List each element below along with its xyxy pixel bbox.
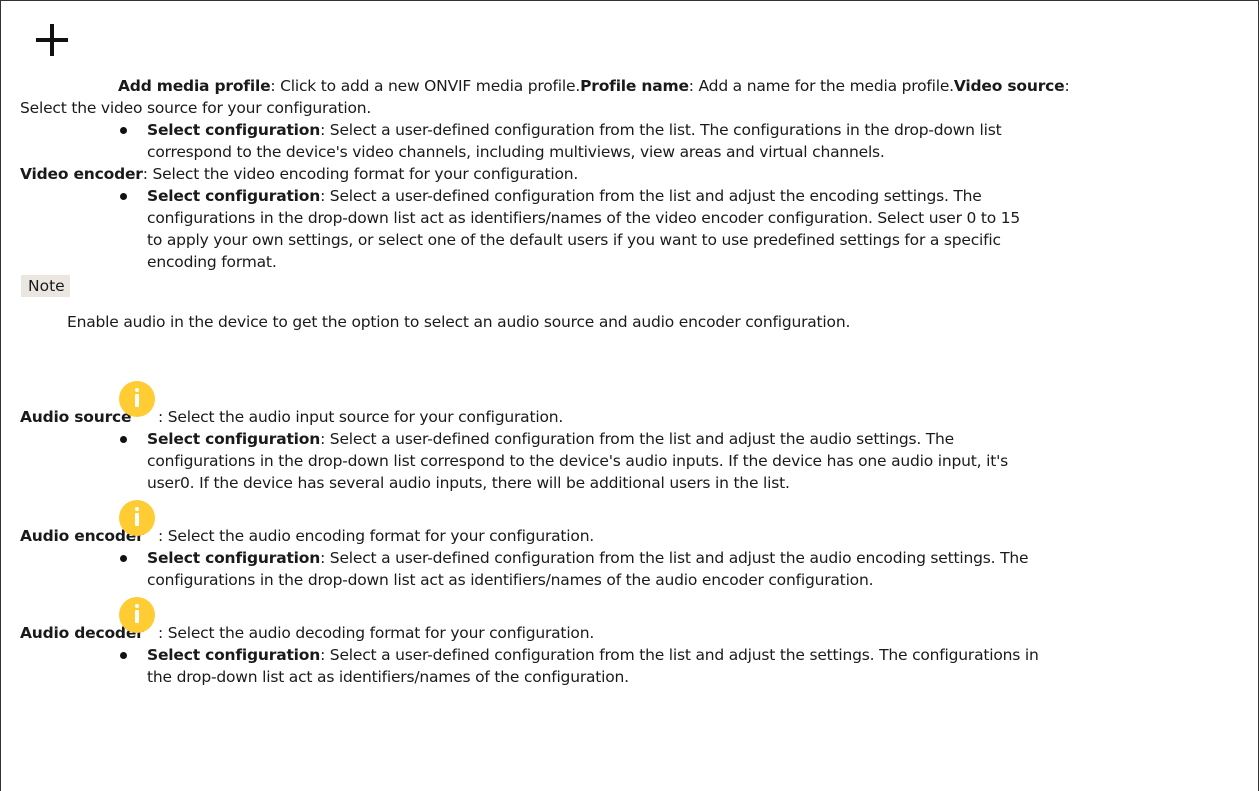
audio-decoder-bullet-line1: Select configuration: Select a user-defi…: [147, 646, 1039, 664]
video-encoder-bullet-line3: to apply your own settings, or select on…: [147, 231, 1001, 249]
bullet-icon: [120, 436, 127, 443]
audio-encoder-desc: : Select the audio encoding format for y…: [158, 527, 595, 545]
note-badge: Note: [21, 275, 70, 297]
info-icon: [119, 381, 155, 417]
audio-source-desc: : Select the audio input source for your…: [158, 408, 564, 426]
profile-name-label: Profile name: [580, 77, 689, 95]
audio-source-label: Audio source: [20, 408, 132, 426]
audio-source-bullet-line1: Select configuration: Select a user-defi…: [147, 430, 955, 448]
video-source-bullet-line2: correspond to the device's video channel…: [147, 143, 885, 161]
add-profile-line: Add media profile: Click to add a new ON…: [118, 77, 1070, 95]
video-source-label: Video source: [953, 77, 1065, 95]
audio-source-bullet-line2: configurations in the drop-down list cor…: [147, 452, 1009, 470]
video-encoder-bullet-line1: Select configuration: Select a user-defi…: [147, 187, 982, 205]
video-encoder-bullet-line4: encoding format.: [147, 253, 277, 271]
audio-decoder-bullet-line2: the drop-down list act as identifiers/na…: [147, 668, 629, 686]
bullet-icon: [120, 652, 127, 659]
video-encoder-bullet-line2: configurations in the drop-down list act…: [147, 209, 1021, 227]
video-source-bullet-line1: Select configuration: Select a user-defi…: [147, 121, 1002, 139]
add-media-profile-label: Add media profile: [118, 77, 271, 95]
audio-decoder-desc: : Select the audio decoding format for y…: [158, 624, 595, 642]
bullet-icon: [120, 555, 127, 562]
note-text: Enable audio in the device to get the op…: [67, 313, 851, 331]
video-encoder-label: Video encoder: [20, 165, 143, 183]
video-encoder-line: Video encoder: Select the video encoding…: [20, 165, 579, 183]
bullet-icon: [120, 193, 127, 200]
video-source-desc: Select the video source for your configu…: [20, 99, 372, 117]
audio-encoder-bullet-line2: configurations in the drop-down list act…: [147, 571, 874, 589]
plus-icon[interactable]: [36, 24, 68, 56]
info-icon: [119, 500, 155, 536]
audio-encoder-bullet-line1: Select configuration: Select a user-defi…: [147, 549, 1029, 567]
bullet-icon: [120, 127, 127, 134]
info-icon: [119, 597, 155, 633]
audio-source-bullet-line3: user0. If the device has several audio i…: [147, 474, 790, 492]
